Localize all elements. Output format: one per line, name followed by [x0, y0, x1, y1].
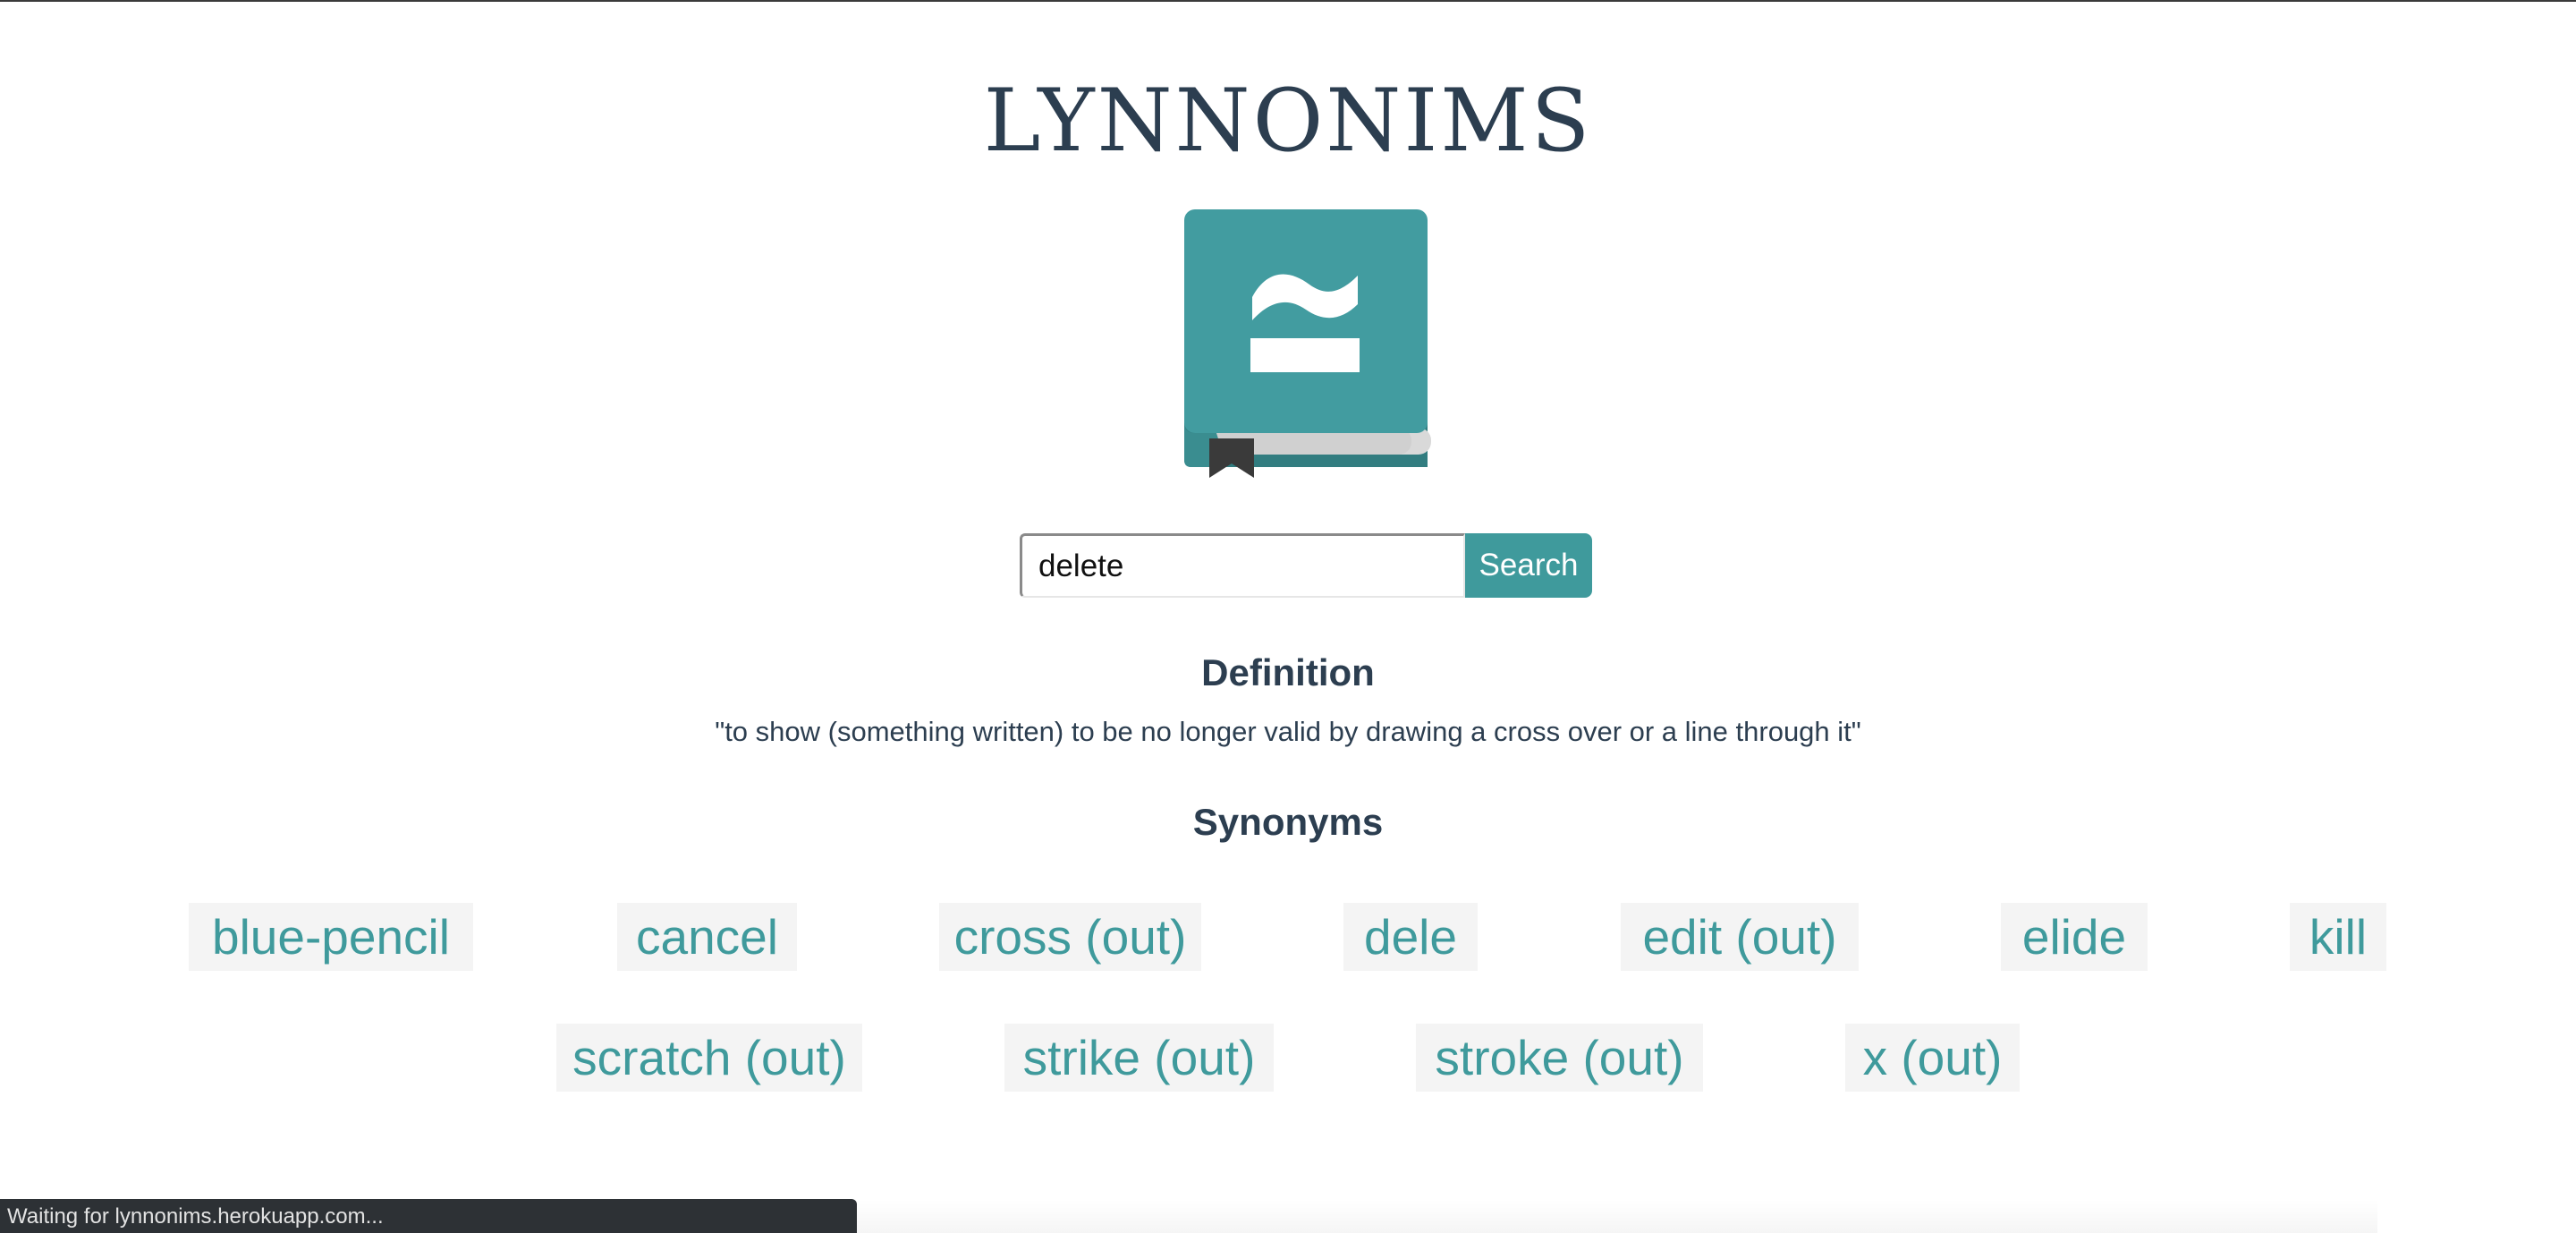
synonym-link[interactable]: blue-pencil	[189, 903, 473, 971]
synonym-link[interactable]: x (out)	[1845, 1024, 2020, 1092]
synonym-link[interactable]: edit (out)	[1621, 903, 1859, 971]
synonym-link[interactable]: cross (out)	[939, 903, 1201, 971]
definition-text: "to show (something written) to be no lo…	[715, 716, 1861, 747]
app-title: LYNNONIMS	[983, 71, 1593, 171]
search-button[interactable]: Search	[1465, 533, 1592, 598]
book-logo-icon	[1181, 208, 1431, 481]
synonym-link[interactable]: stroke (out)	[1416, 1024, 1703, 1092]
synonym-link[interactable]: scratch (out)	[556, 1024, 862, 1092]
synonym-link[interactable]: cancel	[617, 903, 797, 971]
definition-heading: Definition	[1201, 651, 1375, 693]
synonym-link[interactable]: dele	[1343, 903, 1478, 971]
synonym-link[interactable]: elide	[2001, 903, 2148, 971]
synonym-link[interactable]: kill	[2290, 903, 2386, 971]
browser-top-border	[0, 0, 2576, 2]
synonym-link[interactable]: strike (out)	[1004, 1024, 1274, 1092]
synonyms-heading: Synonyms	[1192, 801, 1384, 843]
page-bottom-shadow	[857, 1199, 2377, 1233]
browser-status-bar: Waiting for lynnonims.herokuapp.com...	[0, 1199, 857, 1233]
search-input[interactable]	[1020, 533, 1465, 598]
search-form: Search	[1020, 533, 1592, 598]
